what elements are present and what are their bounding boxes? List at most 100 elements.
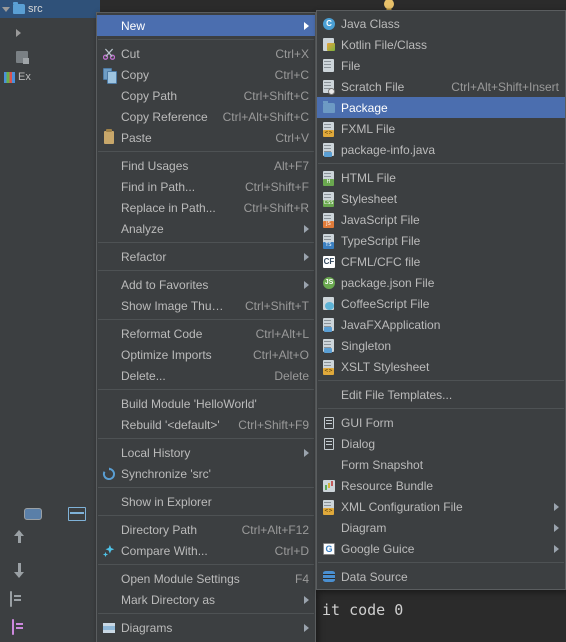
empty-icon: [101, 249, 117, 265]
submenu-item-form-snapshot[interactable]: Form Snapshot: [317, 454, 565, 475]
menu-item-cut[interactable]: Cut Ctrl+X: [97, 43, 315, 64]
menu-item-accelerator: Delete: [274, 368, 309, 383]
menu-item-local-history[interactable]: Local History: [97, 442, 315, 463]
chevron-right-icon: [554, 523, 559, 532]
copy-icon: [101, 67, 117, 84]
menu-item-copy[interactable]: Copy Ctrl+C: [97, 64, 315, 85]
tree-node-external-libraries[interactable]: Ex: [2, 68, 31, 86]
submenu-item-java-class[interactable]: C Java Class: [317, 13, 565, 34]
chevron-right-icon: [304, 224, 309, 233]
hsplit-icon[interactable]: [68, 507, 86, 521]
submenu-item-coffeescript-file[interactable]: CoffeeScript File: [317, 293, 565, 314]
gui-form-icon: [321, 415, 337, 431]
menu-item-diagrams[interactable]: Diagrams: [97, 617, 315, 638]
empty-icon: [101, 347, 117, 363]
submenu-item-package-json-file[interactable]: JS package.json File: [317, 272, 565, 293]
empty-icon: [101, 88, 117, 104]
menu-item-directory-path[interactable]: Directory Path Ctrl+Alt+F12: [97, 519, 315, 540]
menu-item-find-usages[interactable]: Find Usages Alt+F7: [97, 155, 315, 176]
tree-node-collapsed[interactable]: [14, 24, 21, 42]
submenu-item-edit-file-templates[interactable]: Edit File Templates...: [317, 384, 565, 405]
menu-item-add-to-favorites[interactable]: Add to Favorites: [97, 274, 315, 295]
menu-item-copy-reference[interactable]: Copy Reference Ctrl+Alt+Shift+C: [97, 106, 315, 127]
menu-item-build-module[interactable]: Build Module 'HelloWorld': [97, 393, 315, 414]
external-libraries-icon: [4, 71, 15, 83]
box-icon[interactable]: [10, 591, 12, 607]
menu-item-open-module-settings[interactable]: Open Module Settings F4: [97, 568, 315, 589]
menu-separator: [98, 270, 314, 271]
submenu-item-label: Java Class: [341, 16, 400, 31]
submenu-item-data-source[interactable]: Data Source: [317, 566, 565, 587]
submenu-item-dialog[interactable]: Dialog: [317, 433, 565, 454]
empty-icon: [101, 277, 117, 293]
submenu-item-label: Singleton: [341, 338, 392, 353]
submenu-item-cfml-file[interactable]: CF CFML/CFC file: [317, 251, 565, 272]
menu-item-label: Add to Favorites: [121, 277, 209, 292]
menu-item-accelerator: Ctrl+V: [275, 130, 309, 145]
dialog-icon: [321, 436, 337, 452]
submenu-item-javafx-application[interactable]: JavaFXApplication: [317, 314, 565, 335]
menu-item-delete[interactable]: Delete... Delete: [97, 365, 315, 386]
submenu-item-typescript-file[interactable]: TS TypeScript File: [317, 230, 565, 251]
submenu-item-html-file[interactable]: H HTML File: [317, 167, 565, 188]
menu-item-label: Analyze: [121, 221, 164, 236]
submenu-item-javascript-file[interactable]: JS JavaScript File: [317, 209, 565, 230]
menu-item-label: Diagrams: [121, 620, 173, 635]
scratch-file-icon: [321, 79, 337, 95]
menu-item-show-image-thumbnails[interactable]: Show Image Thumbnails Ctrl+Shift+T: [97, 295, 315, 316]
package-info-icon: [321, 142, 337, 158]
menu-item-rebuild[interactable]: Rebuild '<default>' Ctrl+Shift+F9: [97, 414, 315, 435]
menu-item-analyze[interactable]: Analyze: [97, 218, 315, 239]
menu-item-refactor[interactable]: Refactor: [97, 246, 315, 267]
submenu-item-file[interactable]: File: [317, 55, 565, 76]
submenu-item-resource-bundle[interactable]: Resource Bundle: [317, 475, 565, 496]
submenu-item-singleton[interactable]: Singleton: [317, 335, 565, 356]
submenu-item-gui-form[interactable]: GUI Form: [317, 412, 565, 433]
menu-item-accelerator: F4: [294, 571, 309, 586]
submenu-item-diagram[interactable]: Diagram: [317, 517, 565, 538]
cfml-file-icon: CF: [323, 255, 335, 268]
menu-item-synchronize[interactable]: Synchronize 'src': [97, 463, 315, 484]
submenu-item-xslt-stylesheet[interactable]: <> XSLT Stylesheet: [317, 356, 565, 377]
tree-node-module[interactable]: [14, 48, 29, 66]
menu-item-copy-path[interactable]: Copy Path Ctrl+Shift+C: [97, 85, 315, 106]
menu-item-reformat-code[interactable]: Reformat Code Ctrl+Alt+L: [97, 323, 315, 344]
menu-separator: [98, 242, 314, 243]
menu-item-label: Show Image Thumbnails: [121, 298, 231, 313]
empty-icon: [101, 221, 117, 237]
submenu-item-xml-configuration-file[interactable]: <> XML Configuration File: [317, 496, 565, 517]
menu-item-mark-directory-as[interactable]: Mark Directory as: [97, 589, 315, 610]
empty-icon: [101, 158, 117, 174]
submenu-item-package[interactable]: Package: [317, 97, 565, 118]
menu-item-optimize-imports[interactable]: Optimize Imports Ctrl+Alt+O: [97, 344, 315, 365]
menu-item-replace-in-path[interactable]: Replace in Path... Ctrl+Shift+R: [97, 197, 315, 218]
pill-icon[interactable]: [24, 508, 42, 520]
menu-item-label: Compare With...: [121, 543, 208, 558]
submenu-item-fxml-file[interactable]: <> FXML File: [317, 118, 565, 139]
menu-item-paste[interactable]: Paste Ctrl+V: [97, 127, 315, 148]
menu-item-label: Synchronize 'src': [121, 466, 211, 481]
submenu-item-kotlin-file-class[interactable]: Kotlin File/Class: [317, 34, 565, 55]
submenu-item-google-guice[interactable]: G Google Guice: [317, 538, 565, 559]
menu-item-label: Replace in Path...: [121, 200, 216, 215]
menu-separator: [98, 564, 314, 565]
submenu-item-stylesheet[interactable]: CSS Stylesheet: [317, 188, 565, 209]
menu-item-new[interactable]: New: [97, 15, 315, 36]
menu-item-show-in-explorer[interactable]: Show in Explorer: [97, 491, 315, 512]
menu-item-compare-with[interactable]: Compare With... Ctrl+D: [97, 540, 315, 561]
tree-node-src[interactable]: src: [0, 0, 100, 18]
empty-icon: [101, 298, 117, 314]
submenu-item-label: Form Snapshot: [341, 457, 424, 472]
menu-separator: [98, 438, 314, 439]
submenu-item-scratch-file[interactable]: Scratch File Ctrl+Alt+Shift+Insert: [317, 76, 565, 97]
menu-item-label: Cut: [121, 46, 140, 61]
submenu-item-package-info[interactable]: package-info.java: [317, 139, 565, 160]
expand-triangle-icon[interactable]: [2, 6, 10, 12]
tree-node-label: src: [28, 3, 43, 15]
menu-separator: [98, 487, 314, 488]
menu-item-find-in-path[interactable]: Find in Path... Ctrl+Shift+F: [97, 176, 315, 197]
menu-item-label: Optimize Imports: [121, 347, 212, 362]
box-active-icon[interactable]: [12, 619, 14, 635]
menu-item-create-gist[interactable]: Create Gist...: [97, 638, 315, 642]
collapsed-triangle-icon[interactable]: [16, 29, 21, 37]
